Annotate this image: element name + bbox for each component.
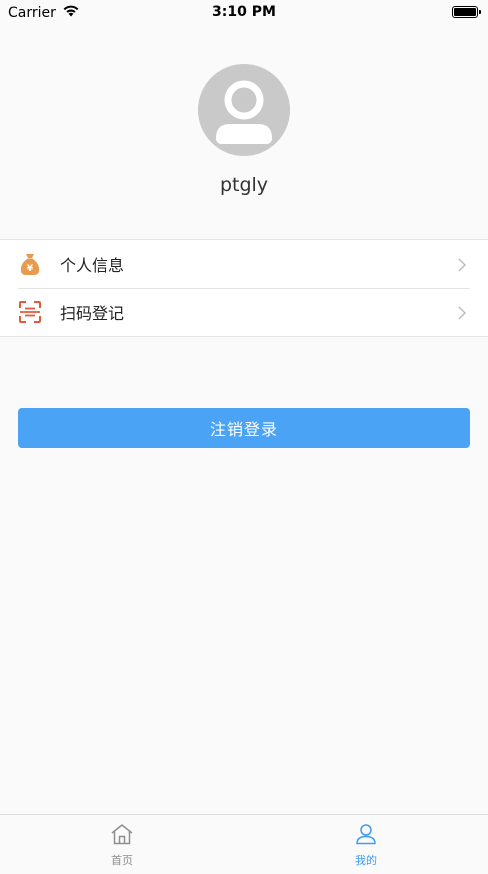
chevron-right-icon — [458, 305, 466, 324]
tab-bar: 首页 我的 — [0, 814, 488, 874]
svg-text:¥: ¥ — [27, 264, 34, 274]
battery-icon — [452, 6, 481, 18]
menu-item-personal-info[interactable]: ¥ 个人信息 — [0, 240, 488, 288]
default-avatar-icon[interactable] — [198, 64, 290, 156]
screen: Carrier 3:10 PM ptgly ¥ 个人信息 扫码登记 注销登录 首… — [0, 0, 488, 874]
status-right — [452, 6, 481, 18]
money-bag-icon: ¥ — [18, 252, 42, 276]
logout-button[interactable]: 注销登录 — [18, 408, 470, 448]
menu-item-label: 个人信息 — [60, 256, 125, 275]
status-bar: Carrier 3:10 PM — [0, 0, 488, 26]
home-icon — [110, 823, 134, 849]
tab-mine[interactable]: 我的 — [244, 815, 488, 874]
status-time: 3:10 PM — [212, 4, 276, 20]
tab-label: 首页 — [111, 854, 133, 867]
menu-item-label: 扫码登记 — [60, 304, 125, 323]
profile-header: ptgly — [0, 64, 488, 196]
username: ptgly — [219, 174, 269, 196]
scan-icon — [18, 300, 42, 324]
menu-item-scan-register[interactable]: 扫码登记 — [0, 288, 488, 336]
chevron-right-icon — [458, 257, 466, 276]
settings-menu: ¥ 个人信息 扫码登记 — [0, 239, 488, 337]
tab-label: 我的 — [355, 854, 377, 867]
user-icon — [354, 823, 378, 849]
tab-home[interactable]: 首页 — [0, 815, 244, 874]
